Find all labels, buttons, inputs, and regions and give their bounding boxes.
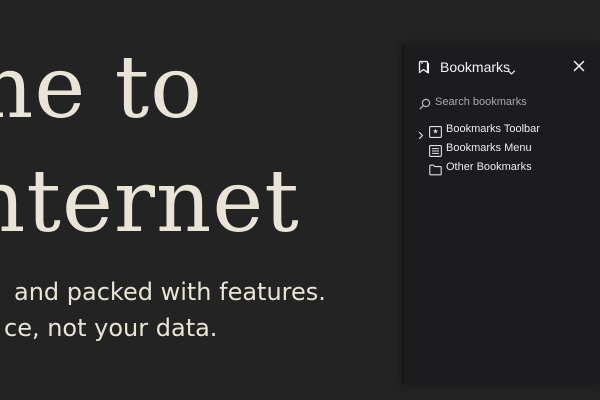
bookmarks-toolbar-icon xyxy=(429,123,442,138)
tree-item-label: Bookmarks Menu xyxy=(446,142,532,154)
tree-item-label: Other Bookmarks xyxy=(446,161,532,173)
tagline-line-1: and packed with features. xyxy=(14,278,326,306)
sidebar-title[interactable]: Bookmarks xyxy=(440,58,510,76)
chevron-right-icon[interactable] xyxy=(417,125,425,140)
bookmarks-sidebar: Bookmarks Search bookmarks Bookmarks Too… xyxy=(403,44,600,385)
hero-heading-line-2: nternet xyxy=(0,152,300,252)
folder-icon xyxy=(429,161,442,176)
firefox-new-tab-page: ne to nternet and packed with features. … xyxy=(0,0,600,400)
bookmarks-menu-icon xyxy=(429,142,442,157)
search-bookmarks-input[interactable] xyxy=(435,93,585,111)
tree-item-bookmarks-menu[interactable]: Bookmarks Menu xyxy=(404,139,600,158)
close-icon xyxy=(573,60,585,72)
close-sidebar-button[interactable] xyxy=(570,57,588,75)
search-bookmarks-box[interactable] xyxy=(418,93,588,111)
tree-item-label: Bookmarks Toolbar xyxy=(446,123,540,135)
tree-item-other-bookmarks[interactable]: Other Bookmarks xyxy=(404,158,600,177)
sidebar-header: Bookmarks xyxy=(404,44,600,90)
chevron-down-icon[interactable] xyxy=(507,62,516,75)
hero-heading-line-1: ne to xyxy=(0,38,203,138)
bookmark-icon xyxy=(417,59,431,74)
tree-item-bookmarks-toolbar[interactable]: Bookmarks Toolbar xyxy=(404,120,600,140)
search-icon xyxy=(419,95,431,110)
tagline-line-2: ce, not your data. xyxy=(4,314,218,342)
